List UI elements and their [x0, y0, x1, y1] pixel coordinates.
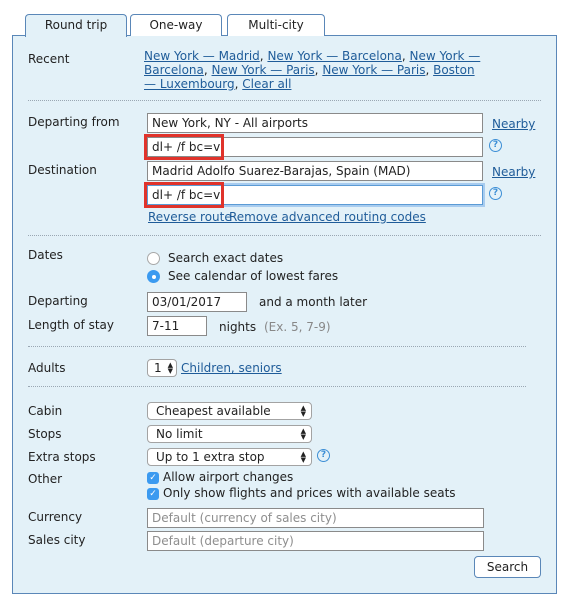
- help-icon[interactable]: ?: [489, 139, 502, 152]
- cabin-label: Cabin: [28, 404, 63, 418]
- sales-city-label: Sales city: [28, 533, 86, 547]
- allow-airport-changes-checkbox[interactable]: ✓: [147, 472, 159, 484]
- calendar-lowest-fares-label: See calendar of lowest fares: [168, 269, 339, 283]
- stops-value: No limit: [156, 427, 203, 441]
- dates-label: Dates: [28, 248, 63, 262]
- nights-label: nights: [219, 320, 257, 334]
- destination-routing-code-input[interactable]: dl+ /f bc=v: [147, 185, 483, 205]
- recent-link[interactable]: New York — Barcelona: [267, 49, 401, 63]
- search-exact-dates-label: Search exact dates: [168, 251, 284, 265]
- extra-stops-select[interactable]: Up to 1 extra stop ▲ ▼: [147, 448, 312, 466]
- select-arrows-icon: ▲ ▼: [167, 361, 173, 375]
- extra-stops-value: Up to 1 extra stop: [156, 450, 265, 464]
- recent-link[interactable]: New York — Paris: [322, 63, 425, 77]
- adults-label: Adults: [28, 361, 66, 375]
- adults-value: 1: [154, 361, 162, 375]
- extra-stops-label: Extra stops: [28, 450, 96, 464]
- stops-label: Stops: [28, 427, 62, 441]
- adults-select[interactable]: 1 ▲ ▼: [147, 359, 177, 377]
- tab-one-way[interactable]: One-way: [130, 14, 222, 36]
- available-seats-checkbox[interactable]: ✓: [147, 488, 159, 500]
- divider: [28, 346, 526, 347]
- search-button[interactable]: Search: [474, 556, 541, 578]
- departing-date-suffix: and a month later: [259, 295, 368, 309]
- departing-from-input[interactable]: New York, NY - All airports: [147, 113, 483, 133]
- reverse-route-link[interactable]: Reverse route: [148, 210, 232, 224]
- recent-link[interactable]: New York — Madrid: [144, 49, 260, 63]
- departing-date-input[interactable]: 03/01/2017: [147, 292, 247, 312]
- calendar-lowest-fares-radio[interactable]: [147, 270, 160, 283]
- departing-routing-code-input[interactable]: dl+ /f bc=v: [147, 137, 483, 157]
- destination-nearby-link[interactable]: Nearby: [492, 165, 535, 179]
- cabin-value: Cheapest available: [156, 404, 271, 418]
- recent-searches: New York — Madrid, New York — Barcelona,…: [144, 49, 481, 91]
- stops-select[interactable]: No limit ▲ ▼: [147, 425, 312, 443]
- departing-nearby-link[interactable]: Nearby: [492, 117, 535, 131]
- select-arrows-icon: ▲ ▼: [300, 404, 306, 418]
- available-seats-label: Only show flights and prices with availa…: [163, 486, 456, 500]
- select-arrows-icon: ▲ ▼: [300, 450, 306, 464]
- divider: [28, 386, 526, 387]
- sales-city-input[interactable]: Default (departure city): [147, 531, 484, 551]
- divider: [28, 235, 541, 236]
- select-arrows-icon: ▲ ▼: [300, 427, 306, 441]
- remove-routing-codes-link[interactable]: Remove advanced routing codes: [229, 210, 426, 224]
- children-seniors-link[interactable]: Children, seniors: [181, 361, 282, 375]
- help-icon[interactable]: ?: [489, 187, 502, 200]
- departing-date-label: Departing: [28, 294, 88, 308]
- tab-round-trip[interactable]: Round trip: [25, 14, 127, 37]
- destination-label: Destination: [28, 163, 97, 177]
- length-of-stay-input[interactable]: 7-11: [147, 316, 207, 336]
- recent-label: Recent: [28, 52, 70, 66]
- search-form-panel: Recent New York — Madrid, New York — Bar…: [12, 35, 557, 594]
- currency-input[interactable]: Default (currency of sales city): [147, 508, 484, 528]
- other-label: Other: [28, 472, 63, 486]
- destination-input[interactable]: Madrid Adolfo Suarez-Barajas, Spain (MAD…: [147, 161, 483, 181]
- length-of-stay-label: Length of stay: [28, 318, 114, 332]
- divider: [28, 100, 541, 101]
- help-icon[interactable]: ?: [317, 449, 330, 462]
- stay-hint: (Ex. 5, 7-9): [264, 320, 331, 334]
- currency-label: Currency: [28, 510, 83, 524]
- search-exact-dates-radio[interactable]: [147, 252, 160, 265]
- allow-airport-changes-label: Allow airport changes: [163, 470, 294, 484]
- recent-link[interactable]: New York — Paris: [212, 63, 315, 77]
- cabin-select[interactable]: Cheapest available ▲ ▼: [147, 402, 312, 420]
- clear-all-link[interactable]: Clear all: [242, 77, 291, 91]
- departing-from-label: Departing from: [28, 115, 120, 129]
- tab-multi-city[interactable]: Multi-city: [227, 14, 325, 36]
